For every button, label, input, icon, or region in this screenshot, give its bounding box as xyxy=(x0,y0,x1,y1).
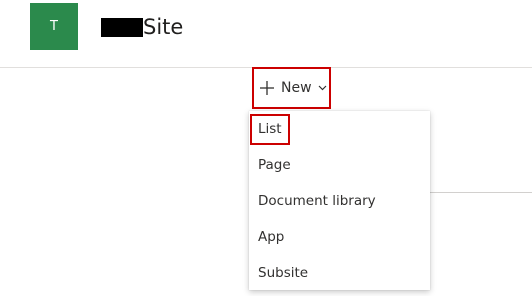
new-button-label: New xyxy=(281,80,312,96)
redacted-block xyxy=(101,17,143,37)
menu-item-page[interactable]: Page xyxy=(249,148,430,182)
plus-icon xyxy=(260,81,274,95)
content-divider xyxy=(430,192,532,193)
menu-item-document-library[interactable]: Document library xyxy=(249,184,430,218)
menu-item-label: Page xyxy=(258,157,291,173)
site-title[interactable]: Site xyxy=(101,10,183,44)
menu-item-subsite[interactable]: Subsite xyxy=(249,256,430,290)
site-logo[interactable]: T xyxy=(30,3,78,50)
chevron-down-icon xyxy=(318,85,326,91)
new-dropdown-menu: List Page Document library App Subsite xyxy=(249,111,430,290)
menu-item-label: App xyxy=(258,229,285,245)
menu-item-list[interactable]: List xyxy=(249,112,430,146)
new-button[interactable]: New xyxy=(252,67,331,109)
menu-item-label: Subsite xyxy=(258,265,309,281)
menu-item-label: Document library xyxy=(258,193,376,209)
site-logo-letter: T xyxy=(50,19,58,34)
site-title-text: Site xyxy=(143,15,184,39)
menu-item-app[interactable]: App xyxy=(249,220,430,254)
menu-item-label: List xyxy=(250,113,290,145)
